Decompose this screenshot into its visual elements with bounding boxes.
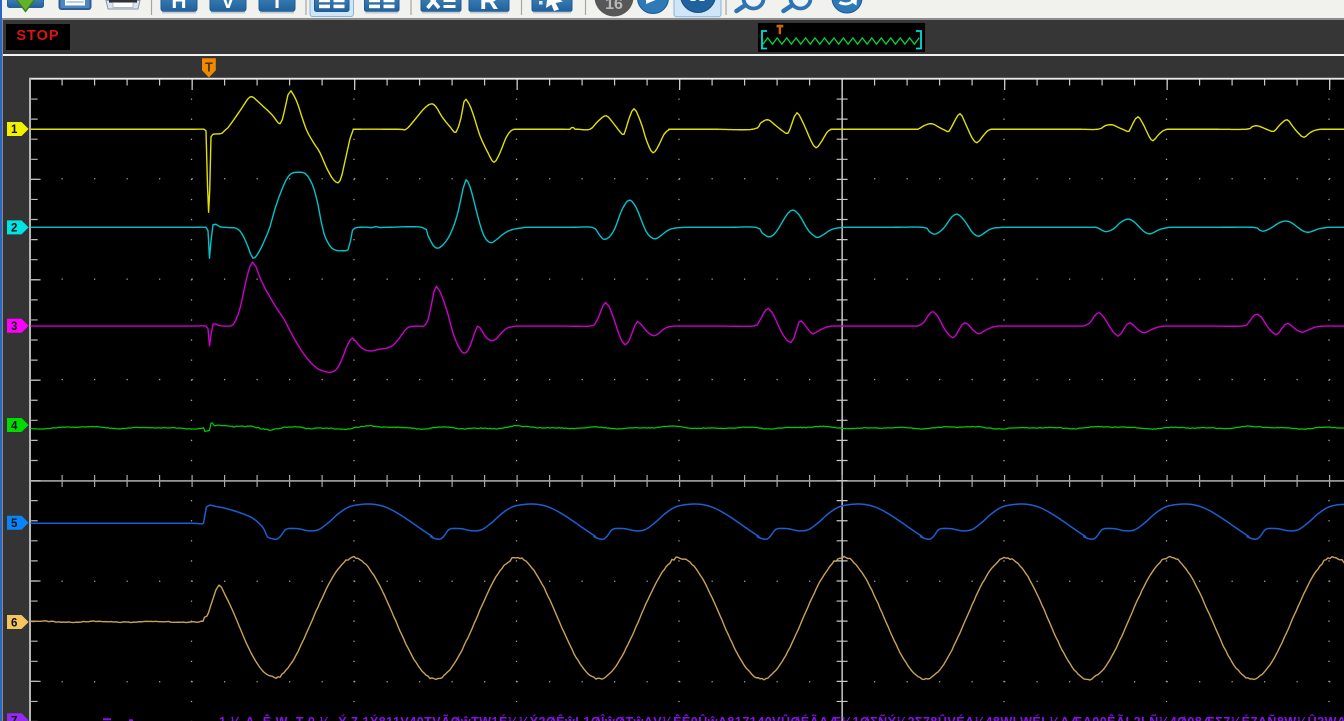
svg-text:V: V <box>221 0 235 13</box>
svg-text:H: H <box>171 0 186 13</box>
svg-text:T: T <box>205 60 213 74</box>
svg-text:7: 7 <box>11 715 17 721</box>
svg-text:T: T <box>271 0 284 13</box>
svg-text:5: 5 <box>11 517 18 529</box>
svg-text:6: 6 <box>11 617 17 629</box>
svg-text:2: 2 <box>11 222 17 234</box>
svg-text:4: 4 <box>11 420 18 432</box>
svg-text:1: 1 <box>11 124 18 136</box>
svg-text:3: 3 <box>11 320 17 332</box>
svg-text:16: 16 <box>605 0 623 13</box>
svg-text:1 ¼ Δ Ê W T 0 ½ Ý 7 1Ý811V4: 1 ¼ Δ Ê W T 0 ½ Ý 7 1Ý811V40TVÃØŵTW1É½¼Ý… <box>219 713 1344 721</box>
